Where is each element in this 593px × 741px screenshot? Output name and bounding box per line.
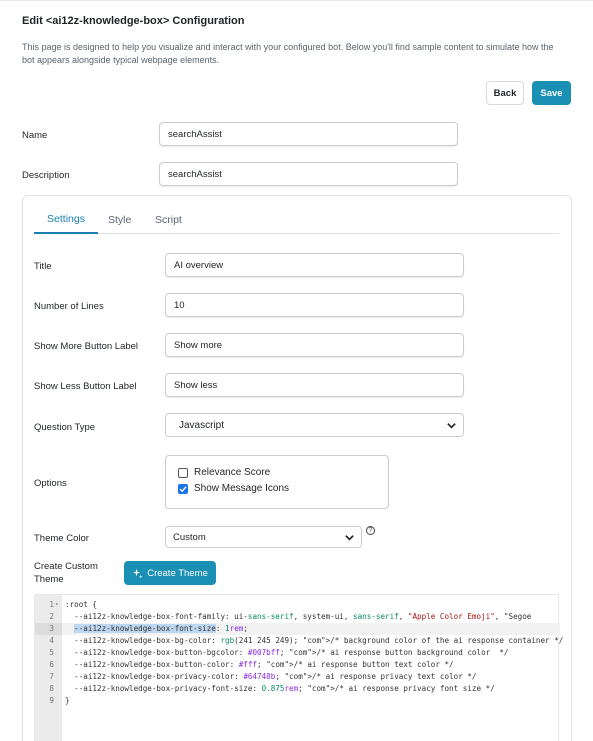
description-input[interactable]: searchAssist <box>159 162 458 186</box>
theme-color-label: Theme Color <box>34 533 89 544</box>
create-custom-theme-label: Create Custom Theme <box>34 561 98 585</box>
code-line[interactable]: 1 ▾:root { <box>35 599 560 611</box>
code-line[interactable]: 7 --ai12z-knowledge-box-privacy-color: #… <box>35 671 560 683</box>
help-icon[interactable]: ? <box>366 526 375 535</box>
relevance-score-option[interactable]: Relevance Score <box>178 467 270 478</box>
css-code-editor[interactable]: 1 ▾:root {2 --ai12z-knowledge-box-font-fa… <box>34 594 564 741</box>
code-line[interactable]: 3 --ai12z-knowledge-box-font-size: 1rem; <box>35 623 560 635</box>
page-title: Edit <ai12z-knowledge-box> Configuration <box>22 15 245 27</box>
number-of-lines-label: Number of Lines <box>34 301 104 312</box>
line-number: 2 <box>49 612 54 621</box>
back-button[interactable]: Back <box>486 81 524 105</box>
line-number: 3 <box>35 623 62 635</box>
code-text: --ai12z-knowledge-box-font-family: ui-sa… <box>65 612 532 621</box>
show-message-icons-checkbox[interactable] <box>178 483 188 494</box>
relevance-score-checkbox[interactable] <box>178 467 188 478</box>
save-button[interactable]: Save <box>532 81 571 105</box>
relevance-score-label: Relevance Score <box>194 467 271 478</box>
code-line[interactable]: 4 --ai12z-knowledge-box-bg-color: rgb(24… <box>35 635 564 647</box>
number-of-lines-input[interactable]: 10 <box>165 293 464 317</box>
chevron-down-icon <box>447 423 456 429</box>
create-theme-label: Create Theme <box>147 567 208 579</box>
show-message-icons-option[interactable]: Show Message Icons <box>178 483 289 494</box>
configuration-page: Edit <ai12z-knowledge-box> Configuration… <box>0 0 593 741</box>
line-number: 4 <box>49 636 54 645</box>
code-line[interactable]: 2 --ai12z-knowledge-box-font-family: ui-… <box>35 611 560 623</box>
show-less-input[interactable]: Show less <box>165 373 464 397</box>
code-line[interactable]: 5 --ai12z-knowledge-box-button-bgcolor: … <box>35 647 560 659</box>
show-message-icons-label: Show Message Icons <box>194 483 290 494</box>
code-text: :root { <box>65 600 98 609</box>
show-less-label: Show Less Button Label <box>34 381 137 392</box>
create-theme-button[interactable]: Create Theme <box>124 561 216 585</box>
theme-color-select[interactable]: Custom <box>165 526 362 548</box>
tab-settings[interactable]: Settings <box>34 206 98 234</box>
question-type-value: Javascript <box>179 419 225 431</box>
line-number: 7 <box>49 672 54 681</box>
options-label: Options <box>34 478 67 489</box>
line-number: 5 <box>49 648 54 657</box>
title-label: Title <box>34 261 52 272</box>
line-number: 6 <box>49 660 54 669</box>
tab-script[interactable]: Script <box>155 206 182 234</box>
show-more-input[interactable]: Show more <box>165 333 464 357</box>
line-number: 8 <box>49 684 54 693</box>
code-text: --ai12z-knowledge-box-bg-color: rgb(241 … <box>65 636 564 645</box>
fold-toggle-icon[interactable]: ▾ <box>55 599 62 611</box>
chevron-down-icon <box>345 535 354 541</box>
checkmark-icon <box>179 485 187 492</box>
theme-color-value: Custom <box>173 531 206 543</box>
question-type-select[interactable]: Javascript <box>165 413 464 437</box>
code-text: --ai12z-knowledge-box-privacy-font-size:… <box>65 684 495 693</box>
code-line[interactable]: 8 --ai12z-knowledge-box-privacy-font-siz… <box>35 683 560 695</box>
title-input[interactable]: AI overview <box>165 253 464 277</box>
tab-bar: Settings Style Script <box>34 206 559 234</box>
code-text: --ai12z-knowledge-box-button-color: #fff… <box>65 660 454 669</box>
code-line[interactable]: 9} <box>35 695 560 707</box>
name-label: Name <box>22 130 48 141</box>
tab-style[interactable]: Style <box>108 206 131 234</box>
page-description: This page is designed to help you visual… <box>22 42 554 65</box>
code-text: --ai12z-knowledge-box-privacy-color: #64… <box>65 672 477 681</box>
code-text: --ai12z-knowledge-box-button-bgcolor: #0… <box>65 648 509 657</box>
show-more-label: Show More Button Label <box>34 341 139 352</box>
code-text: --ai12z-knowledge-box-font-size: 1rem; <box>74 624 248 633</box>
name-input[interactable]: searchAssist <box>159 122 458 146</box>
description-label: Description <box>22 170 70 181</box>
sparkle-icon <box>133 568 143 579</box>
code-text: } <box>65 696 70 705</box>
options-group: Relevance Score Show Message Icons <box>165 455 389 509</box>
line-number: 9 <box>49 696 54 705</box>
code-line[interactable]: 6 --ai12z-knowledge-box-button-color: #f… <box>35 659 560 671</box>
question-type-label: Question Type <box>34 422 96 433</box>
